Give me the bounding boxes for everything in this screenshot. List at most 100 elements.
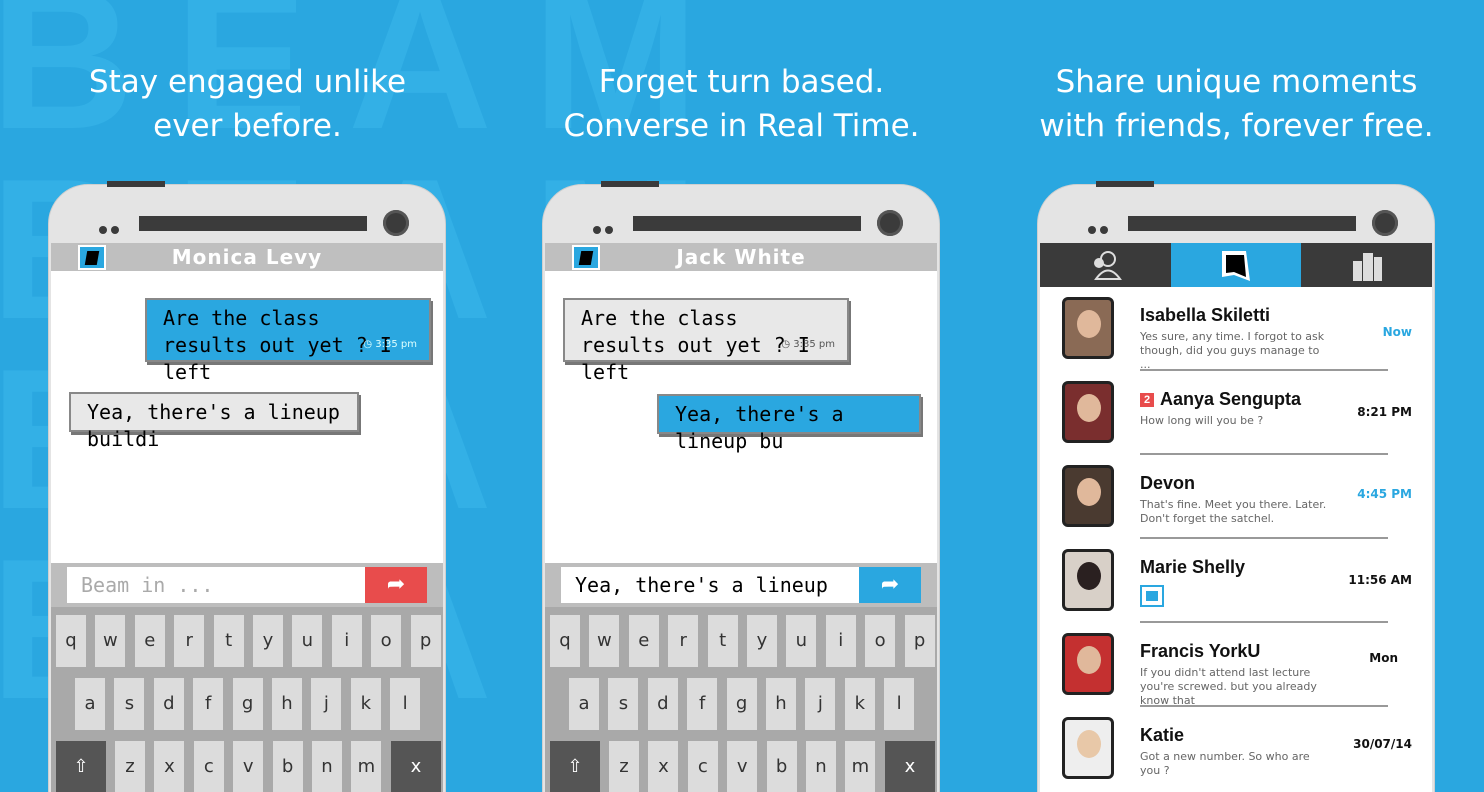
key-d[interactable]: d bbox=[153, 678, 184, 730]
key-v[interactable]: v bbox=[727, 741, 758, 792]
key-t[interactable]: t bbox=[707, 615, 738, 667]
key-l[interactable]: l bbox=[884, 678, 915, 730]
key-w[interactable]: w bbox=[95, 615, 126, 667]
conversation-preview: How long will you be ? bbox=[1140, 414, 1264, 427]
key-m[interactable]: m bbox=[351, 741, 382, 792]
panel-chat-monica: Stay engaged unlike ever before. Monica … bbox=[0, 0, 495, 792]
conversation-item[interactable]: Devon That's fine. Meet you there. Later… bbox=[1040, 455, 1432, 539]
tab-chats[interactable] bbox=[1170, 243, 1302, 287]
share-icon: ➦ bbox=[386, 572, 406, 597]
key-u[interactable]: u bbox=[786, 615, 817, 667]
conversation-preview: That's fine. Meet you there. Later. Don'… bbox=[1140, 498, 1327, 525]
key-p[interactable]: p bbox=[904, 615, 935, 667]
key-l[interactable]: l bbox=[390, 678, 421, 730]
conversation-item[interactable]: Francis YorkU If you didn't attend last … bbox=[1040, 623, 1432, 707]
key-y[interactable]: y bbox=[253, 615, 283, 667]
key-h[interactable]: h bbox=[766, 678, 796, 730]
key-y[interactable]: y bbox=[747, 615, 777, 667]
conversation-time: 4:45 PM bbox=[1357, 487, 1412, 501]
backspace-key[interactable]: x bbox=[885, 741, 935, 792]
key-q[interactable]: q bbox=[550, 615, 580, 667]
key-c[interactable]: c bbox=[687, 741, 718, 792]
key-f[interactable]: f bbox=[193, 678, 224, 730]
key-s[interactable]: s bbox=[608, 678, 639, 730]
key-o[interactable]: o bbox=[865, 615, 896, 667]
panel-caption: Stay engaged unlike ever before. bbox=[0, 60, 495, 148]
phone-speaker bbox=[139, 216, 367, 231]
conversation-item[interactable]: Isabella Skiletti Yes sure, any time. I … bbox=[1040, 287, 1432, 371]
key-s[interactable]: s bbox=[114, 678, 145, 730]
caption-line: ever before. bbox=[153, 108, 342, 144]
message-input[interactable]: Yea, there's a lineup bu bbox=[561, 567, 859, 633]
key-h[interactable]: h bbox=[272, 678, 302, 730]
unread-badge: 2 bbox=[1140, 393, 1154, 407]
key-a[interactable]: a bbox=[569, 678, 599, 730]
avatar bbox=[1062, 549, 1114, 611]
key-n[interactable]: n bbox=[312, 741, 342, 792]
key-c[interactable]: c bbox=[193, 741, 224, 792]
conversation-preview: Got a new number. So who are you ? bbox=[1140, 750, 1310, 777]
key-b[interactable]: b bbox=[766, 741, 797, 792]
message-bubble-received[interactable]: Yea, there's a lineup buildi bbox=[69, 392, 359, 451]
send-button[interactable]: ➦ bbox=[365, 567, 427, 603]
shift-key[interactable]: ⇧ bbox=[550, 741, 600, 792]
key-k[interactable]: k bbox=[350, 678, 381, 730]
key-g[interactable]: g bbox=[232, 678, 263, 730]
key-k[interactable]: k bbox=[844, 678, 875, 730]
message-text: Yea, there's a lineup buildi bbox=[87, 400, 340, 451]
message-time: ◷ 3:35 pm bbox=[363, 339, 417, 350]
phone-camera bbox=[877, 210, 903, 236]
key-m[interactable]: m bbox=[845, 741, 876, 792]
key-j[interactable]: j bbox=[311, 678, 342, 730]
key-n[interactable]: n bbox=[806, 741, 836, 792]
message-input[interactable]: Beam in ... bbox=[67, 567, 365, 603]
tab-groups[interactable] bbox=[1301, 243, 1432, 287]
key-e[interactable]: e bbox=[134, 615, 165, 667]
key-f[interactable]: f bbox=[687, 678, 718, 730]
tab-friends[interactable] bbox=[1040, 243, 1171, 287]
key-r[interactable]: r bbox=[174, 615, 205, 667]
beam-logo-icon bbox=[1222, 251, 1250, 281]
key-a[interactable]: a bbox=[75, 678, 105, 730]
phone-frame: Isabella Skiletti Yes sure, any time. I … bbox=[1037, 181, 1435, 792]
shift-key[interactable]: ⇧ bbox=[56, 741, 106, 792]
conversation-item[interactable]: 2 Aanya Sengupta How long will you be ? 8… bbox=[1040, 371, 1432, 455]
key-t[interactable]: t bbox=[213, 615, 244, 667]
phone-screen: Jack White Are the class results out yet… bbox=[545, 243, 937, 792]
phone-screen: Monica Levy Are the class results out ye… bbox=[51, 243, 443, 792]
conversation-preview: Yes sure, any time. I forgot to ask thou… bbox=[1140, 330, 1325, 371]
message-bubble-received[interactable]: Are the class results out yet ? I left ◷… bbox=[563, 298, 849, 384]
key-r[interactable]: r bbox=[668, 615, 699, 667]
phone-frame: Monica Levy Are the class results out ye… bbox=[48, 181, 446, 792]
key-z[interactable]: z bbox=[115, 741, 145, 792]
key-g[interactable]: g bbox=[726, 678, 757, 730]
message-bubble-sent[interactable]: Yea, there's a lineup bu bbox=[657, 394, 921, 453]
key-x[interactable]: x bbox=[648, 741, 679, 792]
key-e[interactable]: e bbox=[628, 615, 659, 667]
key-v[interactable]: v bbox=[233, 741, 264, 792]
key-x[interactable]: x bbox=[154, 741, 185, 792]
avatar bbox=[1062, 633, 1114, 695]
key-b[interactable]: b bbox=[272, 741, 303, 792]
phone-camera bbox=[1372, 210, 1398, 236]
key-d[interactable]: d bbox=[647, 678, 678, 730]
send-button[interactable]: ➦ bbox=[859, 567, 921, 603]
keyboard: q w e r t y u i o p a s d f g h j k l ⇧ z x c v b n m x bbox=[545, 607, 937, 792]
conversation-item[interactable]: Marie Shelly 11:56 AM bbox=[1040, 539, 1432, 623]
backspace-key[interactable]: x bbox=[391, 741, 441, 792]
key-w[interactable]: w bbox=[589, 615, 620, 667]
key-j[interactable]: j bbox=[805, 678, 836, 730]
key-o[interactable]: o bbox=[371, 615, 402, 667]
caption-line: Share unique moments bbox=[1055, 64, 1418, 100]
phone-speaker bbox=[1128, 216, 1356, 231]
key-z[interactable]: z bbox=[609, 741, 639, 792]
conversation-item[interactable]: Katie Got a new number. So who are you ?… bbox=[1040, 707, 1432, 791]
chat-header: Jack White bbox=[545, 243, 937, 271]
key-p[interactable]: p bbox=[410, 615, 441, 667]
key-i[interactable]: i bbox=[825, 615, 856, 667]
key-u[interactable]: u bbox=[292, 615, 323, 667]
message-bubble-sent[interactable]: Are the class results out yet ? I left ◷… bbox=[145, 298, 431, 384]
key-q[interactable]: q bbox=[56, 615, 86, 667]
message-text: Are the class results out yet ? I left bbox=[163, 306, 392, 384]
key-i[interactable]: i bbox=[331, 615, 362, 667]
